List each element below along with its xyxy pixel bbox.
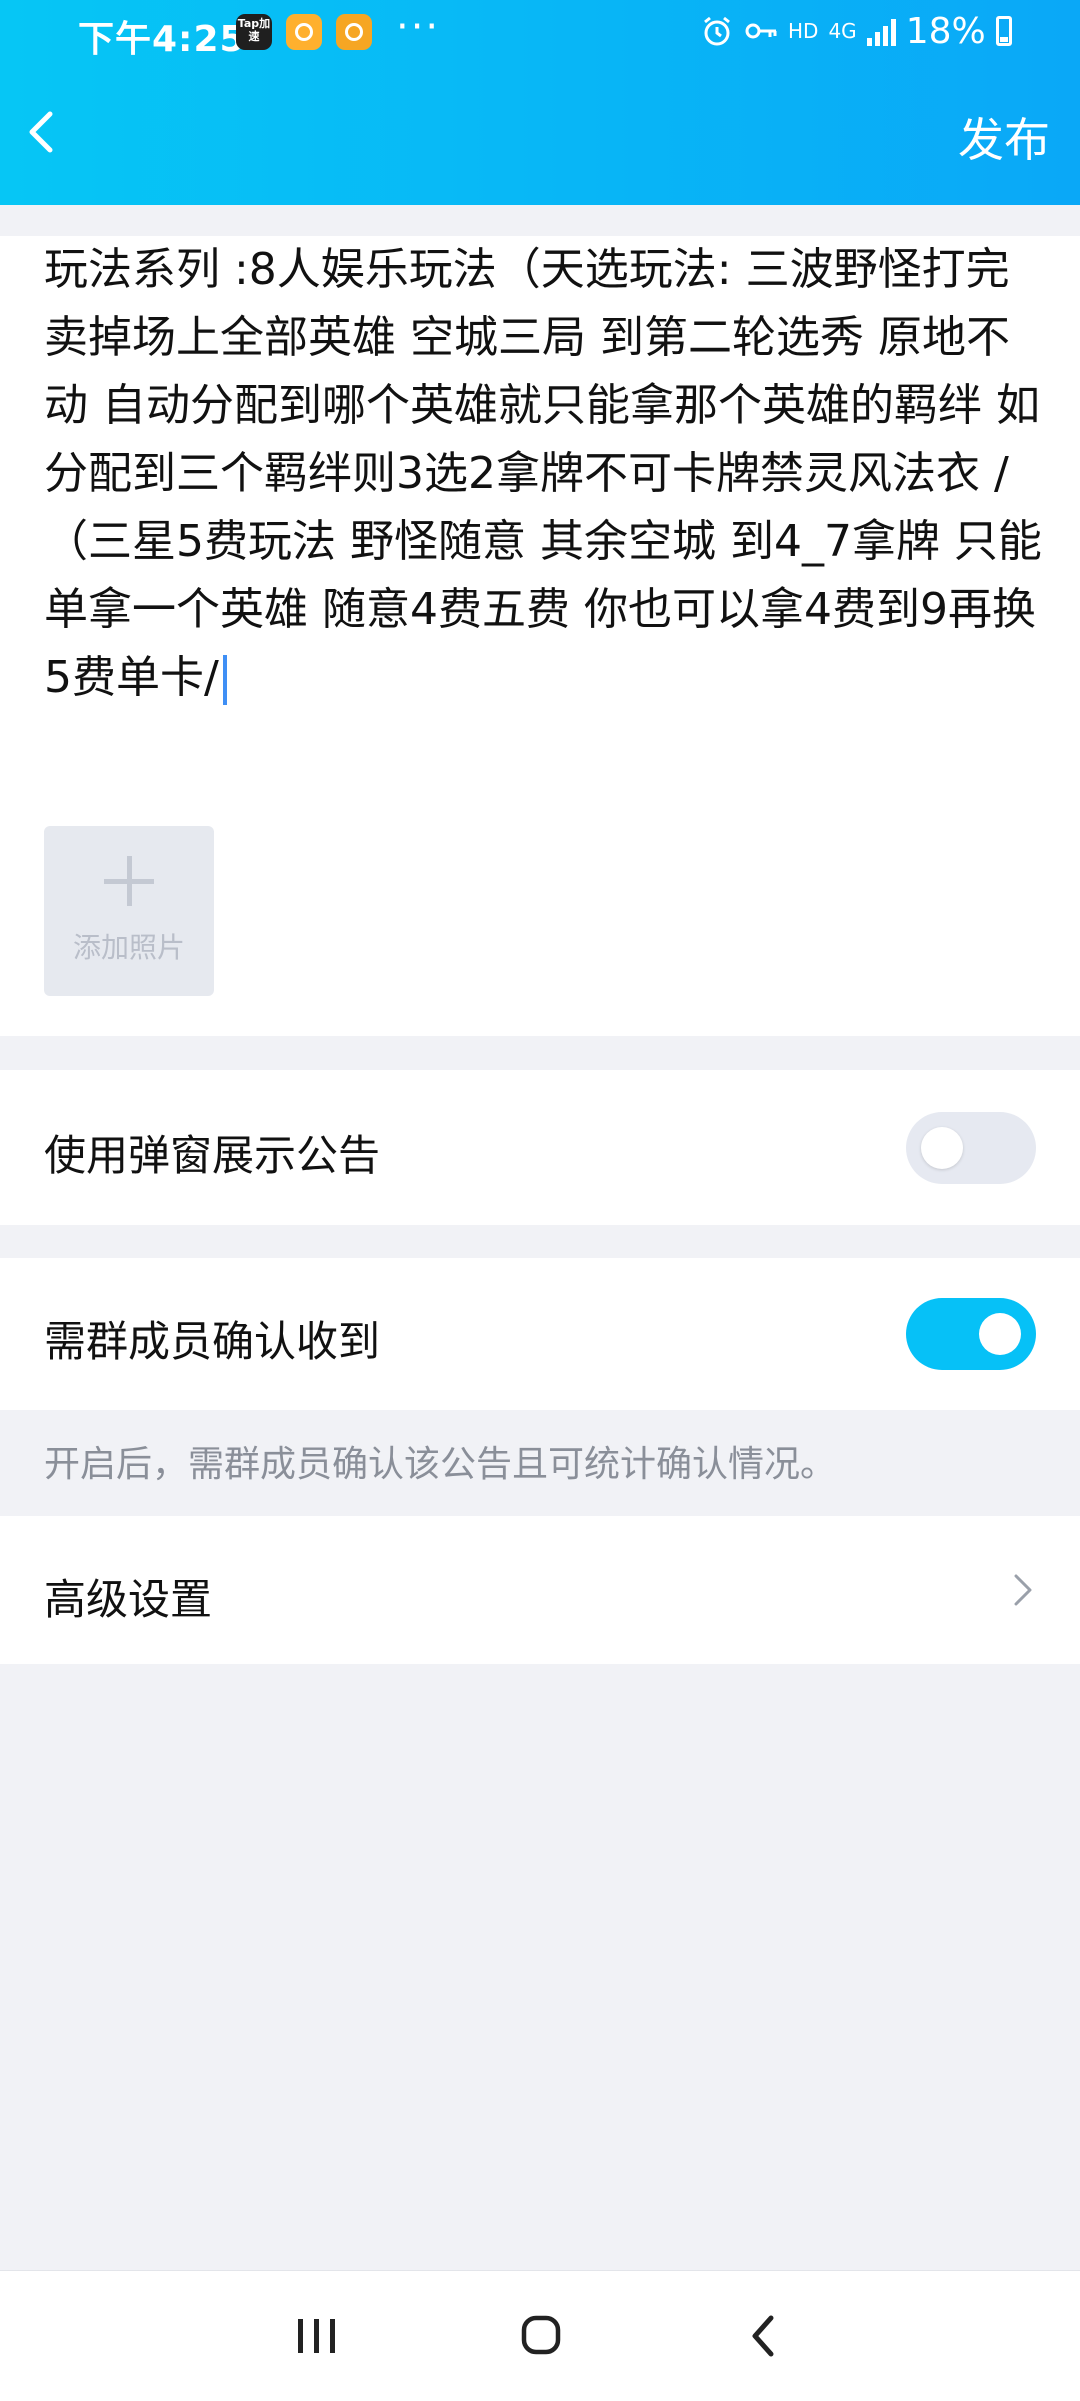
status-time: 下午4:25	[78, 19, 246, 60]
home-button[interactable]	[510, 2311, 570, 2361]
tap-app-icon: Tap加速	[236, 14, 272, 50]
member-confirm-label: 需群成员确认收到	[44, 1317, 381, 1366]
popup-announcement-label: 使用弹窗展示公告	[44, 1131, 381, 1180]
battery-percent: 18%	[905, 10, 986, 52]
status-bar: 下午4:25 Tap加速 ··· HD 4G 18%	[0, 0, 1080, 64]
member-confirm-toggle[interactable]	[906, 1298, 1036, 1370]
text-caret	[222, 655, 227, 705]
chevron-right-icon	[1014, 1574, 1032, 1606]
member-confirm-hint: 开启后，需群成员确认该公告且可统计确认情况。	[44, 1444, 837, 1485]
more-notifications-icon: ···	[396, 4, 441, 50]
status-right-group: HD 4G 18%	[700, 6, 1012, 56]
nav-back-button[interactable]	[735, 2311, 795, 2361]
notification-app-icon	[336, 14, 372, 50]
toggle-knob	[921, 1127, 963, 1169]
battery-icon	[995, 16, 1012, 46]
system-nav-bar	[0, 2270, 1080, 2401]
add-photo-label: 添加照片	[72, 931, 185, 964]
announcement-text: 玩法系列 :8人娱乐玩法（天选玩法: 三波野怪打完卖掉场上全部英雄 空城三局 到…	[44, 244, 1042, 703]
recents-icon	[298, 2319, 335, 2353]
member-confirm-row: 需群成员确认收到	[0, 1258, 1080, 1410]
home-icon	[521, 2315, 561, 2355]
add-photo-button[interactable]: 添加照片	[44, 826, 214, 996]
announcement-editor: 玩法系列 :8人娱乐玩法（天选玩法: 三波野怪打完卖掉场上全部英雄 空城三局 到…	[0, 236, 1080, 1036]
notification-app-icon	[286, 14, 322, 50]
network-type: 4G	[828, 19, 857, 43]
toggle-knob	[979, 1313, 1021, 1355]
recents-button[interactable]	[286, 2311, 346, 2361]
plus-icon	[104, 856, 154, 906]
announcement-text-input[interactable]: 玩法系列 :8人娱乐玩法（天选玩法: 三波野怪打完卖掉场上全部英雄 空城三局 到…	[44, 236, 1044, 712]
hd-indicator: HD	[788, 19, 819, 43]
alarm-icon	[704, 16, 730, 46]
signal-icon	[866, 16, 896, 46]
advanced-settings-row[interactable]: 高级设置	[0, 1516, 1080, 1664]
header: 下午4:25 Tap加速 ··· HD 4G 18% 发布	[0, 0, 1080, 205]
back-icon	[752, 2315, 774, 2357]
advanced-settings-label: 高级设置	[44, 1575, 213, 1624]
popup-announcement-toggle[interactable]	[906, 1112, 1036, 1184]
back-button[interactable]	[14, 102, 74, 162]
vpn-key-icon	[745, 23, 777, 39]
popup-announcement-row: 使用弹窗展示公告	[0, 1070, 1080, 1225]
title-bar: 发布	[0, 64, 1080, 205]
chevron-left-icon	[29, 111, 53, 153]
publish-button[interactable]: 发布	[958, 104, 1050, 170]
